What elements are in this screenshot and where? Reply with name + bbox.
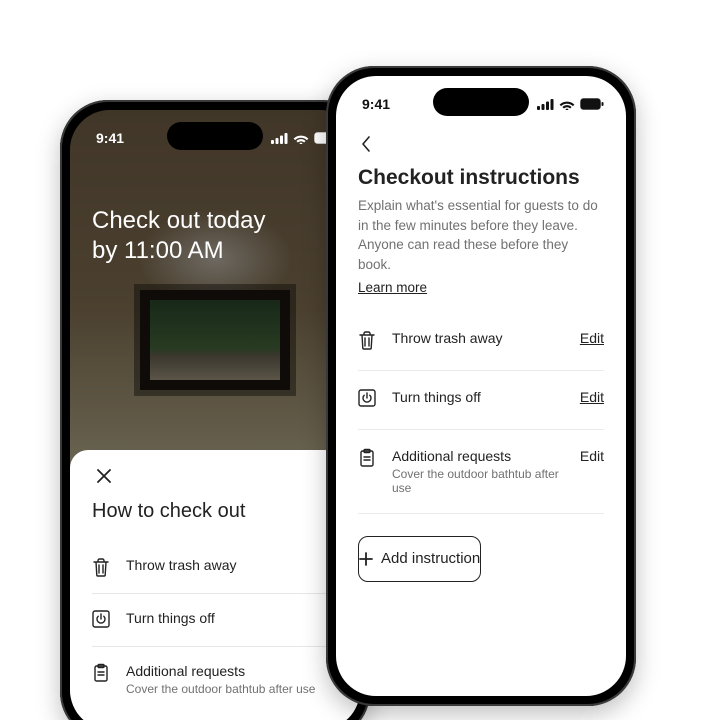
hero-line-1: Check out today [92, 206, 338, 236]
list-item: Additional requests Cover the outdoor ba… [92, 647, 338, 712]
instruction-sublabel: Cover the outdoor bathtub after use [392, 467, 566, 495]
power-icon [92, 610, 112, 630]
status-time: 9:41 [362, 96, 390, 112]
cellular-icon [271, 133, 288, 144]
host-content: Checkout instructions Explain what's ess… [336, 76, 626, 696]
instruction-row: Additional requests Cover the outdoor ba… [358, 430, 604, 514]
item-sublabel: Cover the outdoor bathtub after use [126, 682, 338, 696]
dynamic-island [433, 88, 529, 116]
list-item: Throw trash away [92, 541, 338, 594]
dynamic-island [167, 122, 263, 150]
list-item: Turn things off [92, 594, 338, 647]
wifi-icon [559, 99, 575, 110]
instruction-row: Turn things off Edit [358, 371, 604, 430]
instruction-label: Throw trash away [392, 330, 566, 346]
instruction-label: Turn things off [392, 389, 566, 405]
power-icon [358, 389, 378, 411]
item-label: Turn things off [126, 610, 338, 626]
close-button[interactable] [92, 464, 116, 488]
page-title: Checkout instructions [336, 160, 626, 196]
description-text: Explain what's essential for guests to d… [358, 198, 598, 272]
host-phone: 9:41 Checkout instructions Explain what'… [326, 66, 636, 706]
add-instruction-button[interactable]: Add instruction [358, 536, 481, 582]
wifi-icon [293, 133, 309, 144]
instruction-row: Throw trash away Edit [358, 312, 604, 371]
plus-icon [359, 552, 373, 566]
battery-icon [580, 98, 604, 110]
item-label: Additional requests [126, 663, 338, 679]
trash-icon [358, 330, 378, 352]
item-label: Throw trash away [126, 557, 338, 573]
guest-phone: 9:41 Check out today by 11:00 AM How to … [60, 100, 370, 720]
page-description: Explain what's essential for guests to d… [336, 196, 626, 298]
trash-icon [92, 557, 112, 577]
edit-button[interactable]: Edit [580, 448, 604, 464]
edit-button[interactable]: Edit [580, 389, 604, 405]
cellular-icon [537, 99, 554, 110]
clipboard-icon [92, 663, 112, 683]
checkout-hero: Check out today by 11:00 AM [92, 206, 338, 266]
hero-line-2: by 11:00 AM [92, 236, 338, 266]
add-instruction-label: Add instruction [381, 550, 480, 567]
chevron-left-icon [361, 136, 371, 152]
learn-more-link[interactable]: Learn more [358, 278, 427, 298]
status-time: 9:41 [96, 130, 124, 146]
instruction-label: Additional requests [392, 448, 566, 464]
guest-checklist: Throw trash away Turn things off [92, 541, 338, 712]
edit-button[interactable]: Edit [580, 330, 604, 346]
sheet-title: How to check out [92, 500, 338, 523]
close-icon [97, 469, 111, 483]
checkout-sheet: How to check out Throw trash away Tu [70, 450, 360, 720]
back-button[interactable] [354, 132, 378, 156]
guest-screen: 9:41 Check out today by 11:00 AM How to … [70, 110, 360, 720]
host-screen: 9:41 Checkout instructions Explain what'… [336, 76, 626, 696]
instruction-list: Throw trash away Edit Turn things off Ed… [336, 312, 626, 514]
clipboard-icon [358, 448, 378, 470]
